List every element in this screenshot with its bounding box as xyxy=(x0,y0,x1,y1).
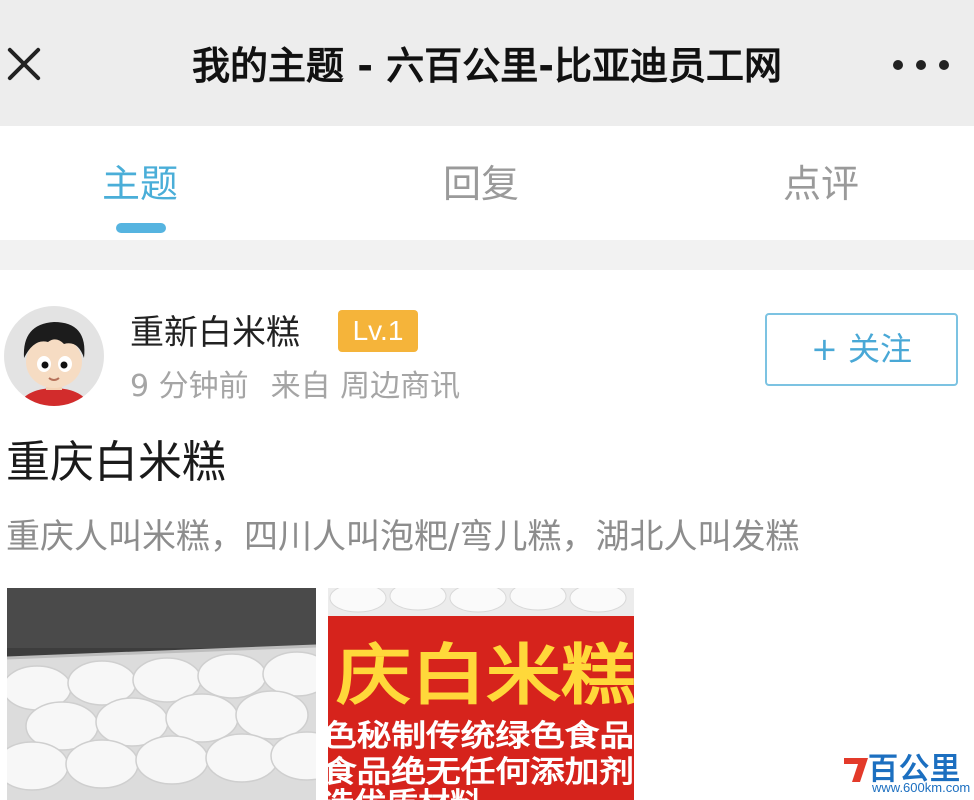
author-name[interactable]: 重新白米糕 xyxy=(130,308,300,358)
more-dot xyxy=(916,60,926,70)
active-tab-indicator xyxy=(116,223,166,233)
more-dot xyxy=(939,60,949,70)
watermark-url: www.600km.com xyxy=(872,780,971,795)
follow-button[interactable]: + 关注 xyxy=(765,313,958,386)
page-title: 我的主题 - 六百公里-比亚迪员工网 xyxy=(191,44,782,88)
post-image-sign[interactable]: 庆白米糕 色秘制传统绿色食品 食品绝无任何添加剂 选优质材料 xyxy=(328,588,634,800)
level-badge: Lv.1 xyxy=(338,310,418,352)
more-dot xyxy=(893,60,903,70)
tab-reviews[interactable]: 点评 xyxy=(731,154,911,214)
watermark-logo: 百公里 www.600km.com xyxy=(838,742,974,800)
post-source[interactable]: 来自 周边商讯 xyxy=(271,369,461,404)
more-icon[interactable] xyxy=(893,55,949,75)
avatar[interactable] xyxy=(4,306,104,406)
post-title[interactable]: 重庆白米糕 xyxy=(6,432,226,494)
sign-line-1: 色秘制传统绿色食品 xyxy=(328,719,634,754)
tab-replies[interactable]: 回复 xyxy=(391,154,571,214)
sign-headline: 庆白米糕 xyxy=(336,636,634,714)
sign-line-2: 食品绝无任何添加剂 xyxy=(328,755,634,790)
close-icon[interactable] xyxy=(4,44,44,84)
section-divider xyxy=(0,240,974,270)
post-meta: 9 分钟前 来自 周边商讯 xyxy=(130,366,482,408)
title-bar: 我的主题 - 六百公里-比亚迪员工网 xyxy=(0,0,974,126)
post-image-rice-cakes[interactable] xyxy=(7,588,316,800)
sign-line-3: 选优质材料 xyxy=(328,787,482,800)
tab-topics[interactable]: 主题 xyxy=(50,154,230,214)
post-time: 9 分钟前 xyxy=(130,369,249,404)
tab-bar: 主题 回复 点评 xyxy=(0,126,974,240)
post-summary[interactable]: 重庆人叫米糕，四川人叫泡粑/弯儿糕，湖北人叫发糕 xyxy=(6,513,799,561)
